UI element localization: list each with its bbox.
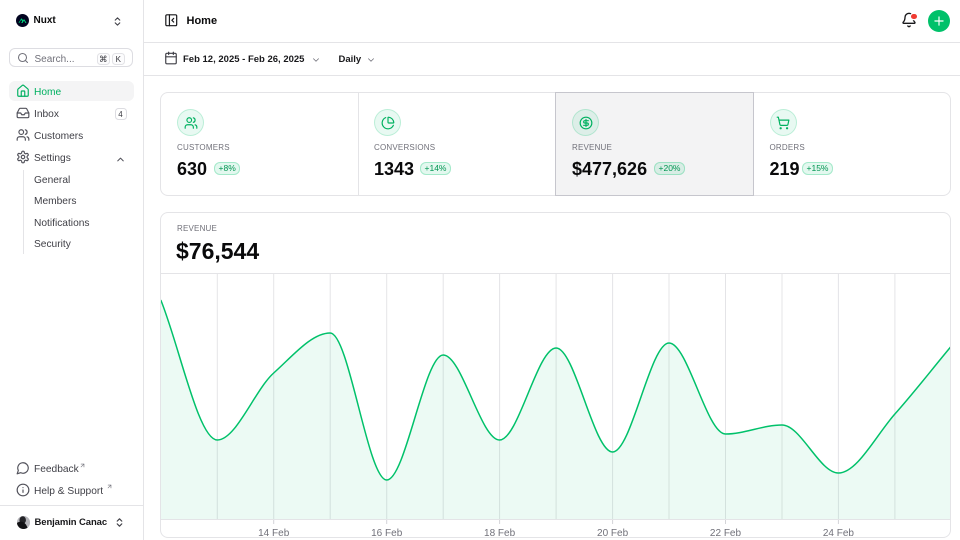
svg-text:20 Feb: 20 Feb bbox=[597, 528, 629, 538]
svg-text:18 Feb: 18 Feb bbox=[484, 528, 516, 538]
svg-text:24 Feb: 24 Feb bbox=[823, 528, 855, 538]
svg-text:16 Feb: 16 Feb bbox=[371, 528, 403, 538]
svg-text:14 Feb: 14 Feb bbox=[258, 528, 290, 538]
svg-text:22 Feb: 22 Feb bbox=[710, 528, 742, 538]
